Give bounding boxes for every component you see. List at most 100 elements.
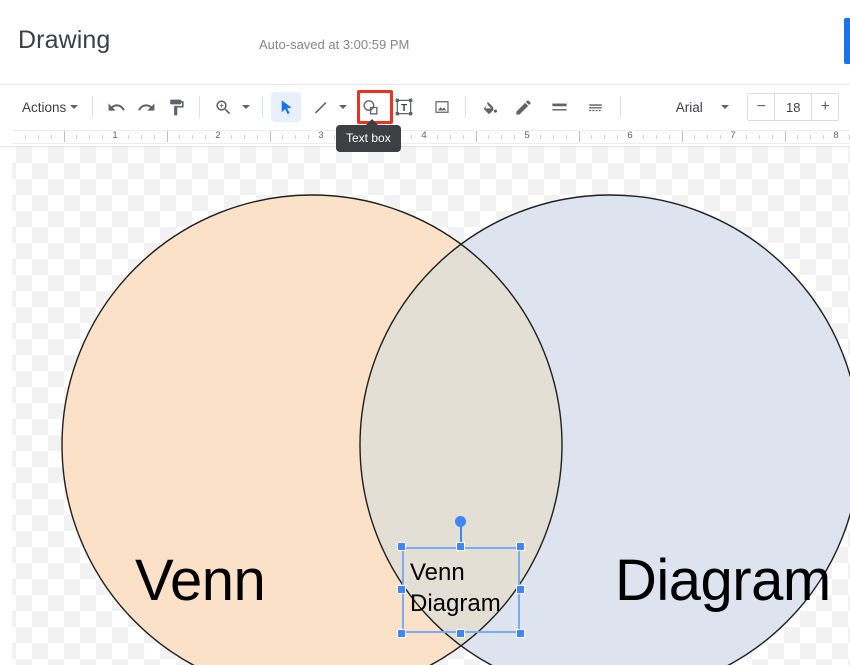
insert-image-button[interactable] [427, 92, 457, 122]
svg-text:T: T [401, 103, 407, 114]
redo-icon [138, 103, 155, 111]
font-family-select[interactable]: Arial [627, 92, 737, 122]
ruler-number: 2 [215, 130, 221, 141]
toolbar-divider [620, 96, 622, 118]
ruler-tick [758, 135, 760, 139]
ruler-tick [269, 131, 271, 142]
ruler-tick [89, 135, 91, 139]
ruler-tick [694, 135, 696, 139]
ruler-tick [282, 135, 284, 139]
ruler-number: 3 [318, 130, 324, 141]
font-size-decrease-button[interactable]: − [748, 94, 775, 120]
redo-button[interactable] [131, 92, 161, 122]
tooltip-label: Text box [346, 131, 391, 145]
fill-color-button[interactable] [474, 92, 504, 122]
ruler-tick [810, 135, 812, 139]
font-size-increase-button[interactable]: + [812, 94, 839, 120]
zoom-dropdown-button[interactable] [238, 92, 254, 122]
text-box-tool-button[interactable]: T [389, 92, 419, 122]
resize-handle-middle-left[interactable] [397, 585, 406, 594]
ruler-tick [166, 131, 168, 142]
resize-handle-top-left[interactable] [397, 542, 406, 551]
border-color-button[interactable] [508, 92, 538, 122]
venn-label-left[interactable]: Venn [135, 547, 266, 614]
ruler-tick [565, 135, 567, 139]
actions-menu-label: Actions [22, 99, 67, 115]
ruler-tick [655, 135, 657, 139]
border-dash-button[interactable] [580, 92, 610, 122]
toolbar-divider [199, 96, 201, 118]
chevron-down-icon [242, 105, 251, 109]
ruler-tick [797, 135, 799, 139]
border-weight-icon [552, 103, 567, 111]
undo-icon [108, 103, 125, 111]
ruler-number: 5 [524, 130, 530, 141]
toolbar-divider [465, 96, 467, 118]
actions-menu-button[interactable]: Actions [14, 92, 84, 122]
ruler-tick [462, 135, 464, 139]
ruler-tick [720, 135, 722, 139]
fill-color-icon [483, 101, 497, 114]
venn-label-right[interactable]: Diagram [615, 547, 831, 614]
ruler-tick [707, 135, 709, 139]
selected-text-box[interactable]: Venn Diagram [397, 516, 525, 638]
line-dropdown-button[interactable] [335, 92, 351, 122]
ruler-tick [192, 135, 194, 139]
ruler-tick [153, 135, 155, 139]
drawing-app-window: Drawing Auto-saved at 3:00:59 PM Actions [0, 0, 850, 665]
ruler-tick [668, 135, 670, 139]
shape-tool-button[interactable] [355, 92, 385, 122]
undo-button[interactable] [101, 92, 131, 122]
chevron-down-icon [721, 105, 730, 109]
ruler-tick [784, 131, 786, 142]
zoom-button[interactable] [208, 92, 238, 122]
ruler-tick [243, 135, 245, 139]
ruler-tick [140, 135, 142, 139]
ruler-tick [617, 135, 619, 139]
ruler-tick [295, 135, 297, 139]
ruler-tick [333, 135, 335, 139]
ruler-number: 1 [112, 130, 118, 141]
ruler-tick [604, 135, 606, 139]
text-box-icon: T [395, 98, 413, 116]
chevron-down-icon [339, 105, 348, 109]
resize-handle-top-right[interactable] [516, 542, 525, 551]
select-tool-button[interactable] [271, 92, 302, 122]
font-family-value: Arial [675, 99, 703, 115]
ruler-tick [475, 131, 477, 142]
resize-handle-middle-right[interactable] [516, 585, 525, 594]
resize-handle-bottom-center[interactable] [456, 629, 465, 638]
line-tool-button[interactable] [305, 92, 335, 122]
ruler-tick [308, 135, 310, 139]
toolbar-divider [262, 96, 264, 118]
ruler-tick [514, 135, 516, 139]
ruler-tick [578, 131, 580, 142]
horizontal-ruler[interactable]: 1 2 3 4 5 6 7 8 [0, 128, 850, 147]
resize-handle-bottom-left[interactable] [397, 629, 406, 638]
paint-format-icon [169, 99, 184, 115]
drawing-canvas[interactable]: Venn Diagram Venn Diagram [0, 147, 850, 665]
ruler-number: 8 [833, 130, 839, 141]
ruler-tick [76, 135, 78, 139]
ruler-tick [411, 135, 413, 139]
image-icon [435, 101, 449, 113]
font-size-stepper[interactable]: − 18 + [747, 93, 840, 121]
toolbar-divider [92, 96, 94, 118]
page-title: Drawing [18, 26, 111, 54]
paint-format-button[interactable] [161, 92, 191, 122]
ruler-tick [642, 135, 644, 139]
ruler-tick [591, 135, 593, 139]
ruler-tick [488, 135, 490, 139]
rotation-handle[interactable] [455, 516, 466, 527]
side-panel-tab[interactable] [844, 18, 850, 64]
line-icon [314, 101, 327, 114]
border-weight-button[interactable] [544, 92, 574, 122]
ruler-tick [63, 131, 65, 142]
ruler-tick [127, 135, 129, 139]
font-size-input[interactable]: 18 [774, 94, 813, 120]
resize-handle-bottom-right[interactable] [516, 629, 525, 638]
resize-handle-top-center[interactable] [456, 542, 465, 551]
ruler-tick [745, 135, 747, 139]
header-bar: Drawing Auto-saved at 3:00:59 PM [0, 0, 850, 84]
text-box-content[interactable]: Venn Diagram [410, 557, 501, 619]
